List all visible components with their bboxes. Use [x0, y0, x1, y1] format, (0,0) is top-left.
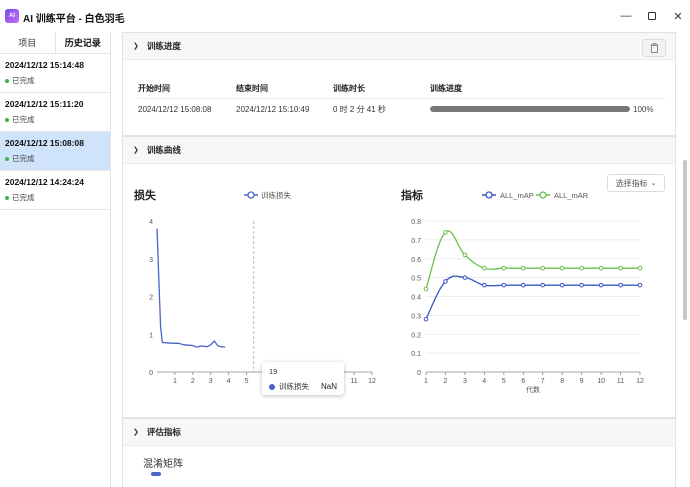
- tab-projects[interactable]: 项目: [0, 32, 55, 53]
- history-item[interactable]: 2024/12/12 15:14:48 已完成: [0, 54, 110, 93]
- chevron-down-icon[interactable]: ❯: [133, 146, 139, 154]
- scrollbar[interactable]: [683, 160, 687, 320]
- tab-history[interactable]: 历史记录: [54, 32, 111, 53]
- tooltip-row: 训练损失 NaN: [269, 381, 337, 392]
- chevron-down-icon[interactable]: ❯: [133, 428, 139, 436]
- history-status-label: 已完成: [12, 193, 35, 202]
- trash-icon: [650, 43, 658, 53]
- legend-marker-icon: [151, 472, 161, 476]
- progress-table-header: 开始时间 结束时间 训练时长 训练进度: [138, 79, 666, 99]
- header-progress: 训练进度: [430, 84, 462, 93]
- history-status: 已完成: [5, 75, 105, 86]
- history-time: 2024/12/12 15:11:20: [5, 99, 84, 109]
- series-dot-icon: [269, 383, 275, 390]
- confusion-matrix-label: 混淆矩阵: [143, 459, 183, 470]
- tooltip-value: NaN: [320, 382, 337, 391]
- history-item[interactable]: 2024/12/12 14:24:24 已完成: [0, 171, 110, 210]
- history-status-label: 已完成: [12, 115, 35, 124]
- duration: 0 时 2 分 41 秒: [333, 104, 386, 114]
- progress-table: 开始时间 结束时间 训练时长 训练进度 2024/12/12 15:08:08 …: [138, 79, 666, 119]
- progress-cell: 100%: [430, 105, 666, 114]
- progress-panel-header[interactable]: ❯ 训练进度: [123, 33, 675, 60]
- history-item[interactable]: 2024/12/12 15:11:20 已完成: [0, 93, 110, 132]
- chevron-down-icon: ⌄: [650, 180, 657, 187]
- history-time: 2024/12/12 15:08:08: [5, 138, 84, 148]
- close-icon[interactable]: ✕: [670, 8, 686, 24]
- history-status-label: 已完成: [12, 76, 35, 85]
- progress-percent: 100%: [633, 104, 654, 114]
- start-time: 2024/12/12 15:08:08: [138, 104, 212, 114]
- status-dot-icon: [5, 195, 9, 200]
- main-content: ❯ 训练进度 开始时间 结束时间 训练时长 训练进度 2024/12/12 15…: [122, 32, 676, 487]
- curve-panel-header[interactable]: ❯ 训练曲线: [123, 137, 675, 164]
- chart-tooltip: 19 训练损失 NaN: [262, 362, 344, 395]
- sidebar-tabs: 项目 历史记录: [0, 32, 110, 54]
- history-time: 2024/12/12 14:24:24: [5, 177, 84, 187]
- tooltip-series: 训练损失: [279, 382, 309, 391]
- end-time: 2024/12/12 15:10:49: [236, 104, 310, 114]
- sidebar: 项目 历史记录 2024/12/12 15:14:48 已完成 2024/12/…: [0, 32, 111, 487]
- curve-panel: ❯ 训练曲线 选择指标 ⌄: [122, 136, 676, 418]
- history-time: 2024/12/12 15:14:48: [5, 60, 84, 70]
- minimize-icon[interactable]: —: [618, 8, 634, 24]
- tooltip-epoch: 19: [269, 367, 278, 376]
- select-metric-dropdown[interactable]: 选择指标 ⌄: [607, 174, 665, 192]
- app-logo-icon: AI: [5, 9, 19, 23]
- delete-button[interactable]: [642, 39, 666, 57]
- history-status: 已完成: [5, 153, 105, 164]
- eval-panel-header[interactable]: ❯ 评估指标: [123, 419, 675, 446]
- progress-bar: [430, 106, 630, 112]
- maximize-icon[interactable]: [644, 8, 660, 24]
- progress-panel-title: 训练进度: [146, 41, 181, 51]
- history-status: 已完成: [5, 114, 105, 125]
- status-dot-icon: [5, 117, 9, 122]
- status-dot-icon: [5, 78, 9, 83]
- history-status-label: 已完成: [12, 154, 35, 163]
- select-metric-label: 选择指标: [615, 178, 648, 188]
- header-duration: 训练时长: [333, 84, 365, 93]
- curve-panel-title: 训练曲线: [146, 145, 181, 155]
- title-bar: AI AI 训练平台 - 白色羽毛 — ✕: [0, 0, 690, 32]
- history-status: 已完成: [5, 192, 105, 203]
- eval-panel: ❯ 评估指标 混淆矩阵: [122, 418, 676, 487]
- header-start-time: 开始时间: [138, 84, 170, 93]
- history-item-selected[interactable]: 2024/12/12 15:08:08 已完成: [0, 132, 110, 171]
- header-end-time: 结束时间: [236, 84, 268, 93]
- progress-bar-fill: [430, 106, 630, 112]
- progress-table-row: 2024/12/12 15:08:08 2024/12/12 15:10:49 …: [138, 99, 666, 119]
- progress-panel: ❯ 训练进度 开始时间 结束时间 训练时长 训练进度 2024/12/12 15…: [122, 32, 676, 136]
- eval-panel-title: 评估指标: [146, 427, 181, 437]
- window-title: AI 训练平台 - 白色羽毛: [23, 14, 125, 25]
- status-dot-icon: [5, 156, 9, 161]
- chevron-down-icon[interactable]: ❯: [133, 42, 139, 50]
